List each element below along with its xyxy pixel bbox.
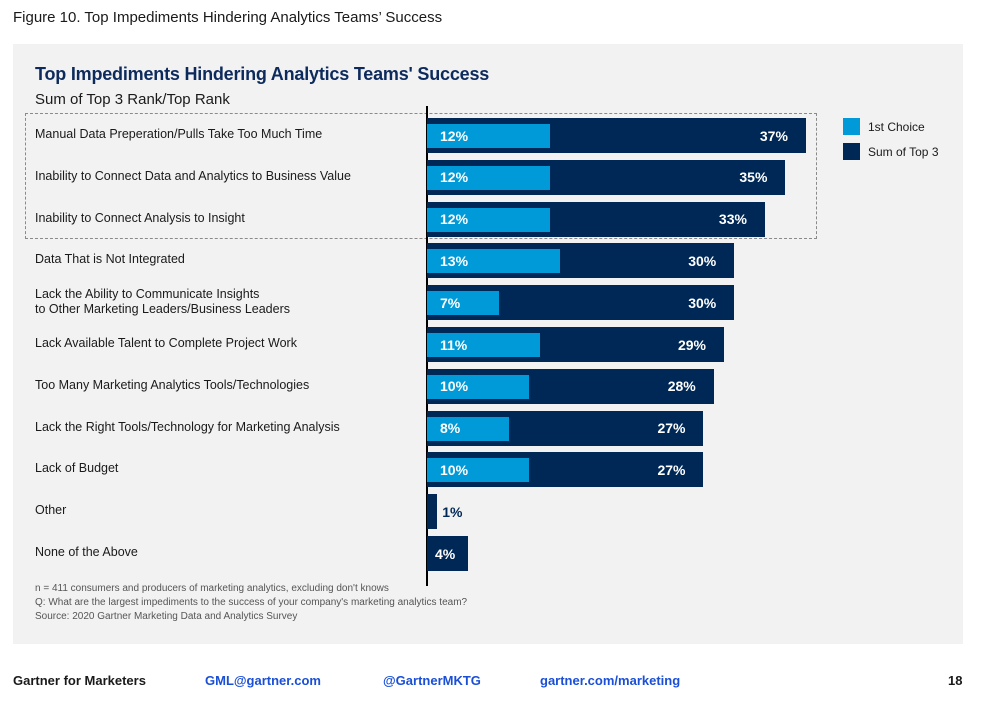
category-label-line: None of the Above [35, 545, 138, 559]
value-label-first-choice: 7% [440, 294, 461, 311]
category-label: Lack Available Talent to Complete Projec… [35, 336, 297, 351]
category-label-line: Too Many Marketing Analytics Tools/Techn… [35, 377, 310, 392]
chart-notes: n = 411 consumers and producers of marke… [35, 582, 467, 624]
value-label-sum-top3: 27% [657, 420, 686, 437]
category-label-line: Data That is Not Integrated [35, 252, 185, 267]
category-label-line: Inability to Connect Data and Analytics … [35, 168, 351, 183]
legend-swatch-first-choice [843, 118, 860, 135]
page-number: 18 [948, 673, 963, 688]
value-label-first-choice: 12% [440, 211, 469, 228]
bar-first-choice [427, 291, 499, 316]
value-label-first-choice: 10% [440, 461, 469, 478]
category-label: Lack the Ability to Communicate Insights… [35, 287, 290, 317]
chart-subtitle: Sum of Top 3 Rank/Top Rank [35, 91, 230, 108]
value-label-first-choice: 12% [440, 169, 469, 186]
category-label-line: Inability to Connect Analysis to Insight [35, 210, 245, 225]
footer-twitter-link[interactable]: @GartnerMKTG [383, 673, 481, 688]
legend-item-sum-top3: Sum of Top 3 [843, 139, 939, 164]
category-label: Other [35, 503, 66, 518]
value-label-first-choice: 11% [440, 336, 468, 353]
chart-title: Top Impediments Hindering Analytics Team… [35, 64, 490, 84]
value-label-first-choice: 8% [440, 420, 461, 437]
value-label-first-choice: 13% [440, 252, 469, 269]
value-label-first-choice: 10% [440, 378, 469, 395]
note-question: Q: What are the largest impediments to t… [35, 597, 468, 608]
category-label-line: Lack of Budget [35, 461, 119, 476]
value-label-sum-top3: 27% [657, 461, 686, 478]
category-label-line: Lack the Right Tools/Technology for Mark… [35, 419, 340, 434]
category-label: None of the Above [35, 545, 138, 560]
note-sample-size: n = 411 consumers and producers of marke… [35, 583, 389, 594]
category-label-line: Lack Available Talent to Complete Projec… [35, 336, 297, 350]
legend: 1st Choice Sum of Top 3 [843, 114, 939, 164]
footer-email-link[interactable]: GML@gartner.com [205, 673, 321, 688]
category-label-line: Manual Data Preperation/Pulls Take Too M… [35, 127, 323, 141]
bar-sum-top3 [427, 494, 438, 530]
category-label-line: Lack the Ability to Communicate Insights [35, 286, 260, 301]
chart-panel: Top Impediments Hindering Analytics Team… [13, 44, 963, 644]
value-label-sum-top3: 28% [667, 378, 696, 395]
category-label: Lack of Budget [35, 461, 118, 476]
value-label-sum-top3: 35% [739, 169, 768, 186]
category-label: Too Many Marketing Analytics Tools/Techn… [35, 378, 309, 393]
value-label-sum-top3: 1% [442, 503, 463, 520]
value-label-sum-top3: 30% [688, 294, 717, 311]
figure-caption: Figure 10. Top Impediments Hindering Ana… [13, 9, 443, 26]
legend-label: 1st Choice [868, 119, 925, 134]
note-source: Source: 2020 Gartner Marketing Data and … [35, 611, 298, 622]
category-label-line: Other [35, 503, 67, 518]
value-label-first-choice: 12% [440, 127, 469, 144]
value-label-sum-top3: 29% [677, 336, 706, 353]
value-label-sum-top3: 37% [759, 127, 788, 144]
category-label-line: to Other Marketing Leaders/Business Lead… [35, 301, 290, 316]
category-label: Manual Data Preperation/Pulls Take Too M… [35, 127, 322, 142]
legend-swatch-sum-top3 [843, 143, 860, 160]
legend-label: Sum of Top 3 [868, 144, 939, 159]
value-label-sum-top3: 30% [688, 252, 717, 269]
value-label-sum-top3: 33% [718, 211, 747, 228]
legend-item-first-choice: 1st Choice [843, 114, 939, 139]
category-label: Lack the Right Tools/Technology for Mark… [35, 420, 340, 435]
value-label-sum-top3: 4% [435, 545, 456, 562]
category-label: Inability to Connect Data and Analytics … [35, 169, 351, 184]
footer-website-link[interactable]: gartner.com/marketing [540, 673, 680, 688]
category-label: Data That is Not Integrated [35, 252, 185, 267]
category-label: Inability to Connect Analysis to Insight [35, 211, 245, 226]
footer-brand: Gartner for Marketers [13, 673, 146, 688]
